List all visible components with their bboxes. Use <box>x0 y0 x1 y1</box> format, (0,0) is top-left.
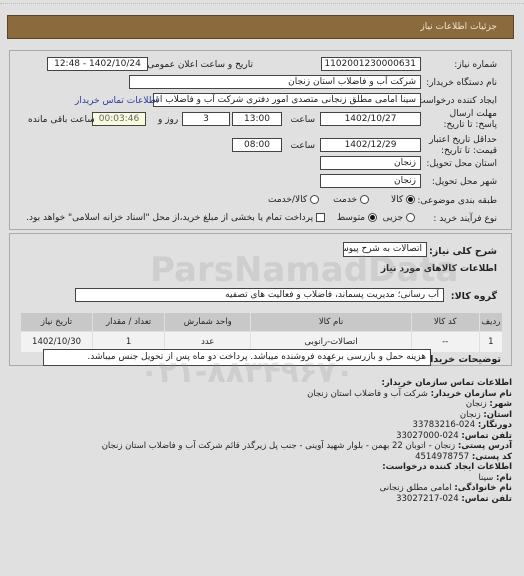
days-field: 3 <box>182 112 230 126</box>
creator-name: نام: سینا <box>478 472 512 483</box>
deadline-time-field[interactable]: 13:00 <box>232 112 282 126</box>
process-label: نوع فرآیند خرید : <box>433 214 497 224</box>
radio-selected-icon[interactable] <box>406 195 415 204</box>
need-number-field[interactable]: 1102001230000631 <box>321 57 421 71</box>
payment-checkbox-row[interactable]: پرداخت تمام یا بخشی از مبلغ خرید،از محل … <box>26 213 325 223</box>
col-need-date: تاریخ نیاز <box>19 312 94 332</box>
validity-date-field[interactable]: 1402/12/29 <box>320 138 421 152</box>
validity-label: حداقل تاریخ اعتبار قیمت: تا تاریخ: <box>429 135 497 156</box>
contact-info: اطلاعات تماس سازمان خریدار: نام سازمان خ… <box>12 378 512 504</box>
summary-field[interactable]: اتصالات به شرح پیوست <box>343 242 427 257</box>
contact-city: شهر: زنجان <box>465 399 512 409</box>
col-goods-code: کد کالا <box>410 312 480 332</box>
days-label: روز و <box>158 115 179 125</box>
page-title: جزئیات اطلاعات نیاز <box>420 22 497 32</box>
province-label: استان محل تحویل: <box>426 159 497 169</box>
contact-postal-code: کد پستی: 4514978757 <box>415 451 512 462</box>
col-quantity: تعداد / مقدار <box>92 312 166 332</box>
payment-checkbox[interactable] <box>316 213 325 222</box>
goods-group-field[interactable]: آب رسانی؛ مدیریت پسماند، فاضلاب و فعالیت… <box>75 288 444 302</box>
deadline-date-field[interactable]: 1402/10/27 <box>320 112 421 126</box>
buyer-notes-field: هزینه حمل و بازرسی برعهده فروشنده میباشد… <box>43 349 431 366</box>
province-field[interactable]: زنجان <box>320 156 421 170</box>
page-header: جزئیات اطلاعات نیاز <box>7 15 514 39</box>
creator-info-title: اطلاعات ایجاد کننده درخواست: <box>382 462 512 472</box>
remaining-label: ساعت باقی مانده <box>28 115 95 125</box>
radio-icon[interactable] <box>360 195 369 204</box>
cell-row-number: 1 <box>478 331 504 353</box>
goods-group-label: گروه کالا: <box>450 291 497 302</box>
deadline-time-label: ساعت <box>290 115 316 125</box>
contact-province: استان: زنجان <box>459 409 512 420</box>
creator-phone: تلفن تماس: 024-33027217 <box>396 493 512 504</box>
goods-table: ردیف کد کالا نام کالا واحد شمارش تعداد /… <box>19 312 504 353</box>
city-label: شهر محل تحویل: <box>431 177 497 187</box>
creator-label: ایجاد کننده درخواست: <box>414 96 497 106</box>
need-info-panel: شماره نیاز: 1102001230000631 تاریخ و ساع… <box>9 50 512 230</box>
buyer-org-label: نام دستگاه خریدار: <box>426 78 497 88</box>
category-option-goods-service[interactable]: کالا/خدمت <box>268 195 319 205</box>
announce-label: تاریخ و ساعت اعلان عمومی: <box>144 60 253 70</box>
deadline-label: مهلت ارسال پاسخ: تا تاریخ: <box>443 109 497 130</box>
radio-icon[interactable] <box>406 213 415 222</box>
category-label: طبقه بندی موضوعی: <box>417 196 497 206</box>
goods-info-title: اطلاعات کالاهای مورد نیاز <box>380 264 497 274</box>
top-divider <box>0 0 524 4</box>
contact-title: اطلاعات تماس سازمان خریدار: <box>381 378 512 388</box>
category-option-goods[interactable]: کالا <box>391 195 415 205</box>
col-goods-name: نام کالا <box>250 312 412 332</box>
announce-field[interactable]: 1402/10/24 - 12:48 <box>47 57 148 71</box>
col-row-number: ردیف <box>478 312 504 332</box>
category-option-service[interactable]: خدمت <box>333 195 369 205</box>
radio-selected-icon[interactable] <box>368 213 377 222</box>
table-header-row: ردیف کد کالا نام کالا واحد شمارش تعداد /… <box>19 312 504 332</box>
buyer-notes-label: توضیحات خریدار: <box>420 354 501 365</box>
need-details-panel: شرح کلی نیاز: اتصالات به شرح پیوست اطلاع… <box>9 233 512 366</box>
contact-org: نام سازمان خریدار: شرکت آب و فاضلاب استا… <box>307 388 512 399</box>
process-option-minor[interactable]: جزیی <box>383 213 415 223</box>
creator-field[interactable]: سینا امامی مطلق زنجانی متصدی امور دفتری … <box>153 93 421 107</box>
radio-icon[interactable] <box>310 195 319 204</box>
creator-family: نام خانوادگی: امامی مطلق زنجانی <box>379 483 512 493</box>
remaining-time-field: 00:03:46 <box>92 112 146 126</box>
contact-phone: تلفن تماس: 024-33027000 <box>396 430 512 441</box>
contact-address: آدرس پستی: زنجان - اتوبان 22 بهمن - بلوا… <box>101 441 512 451</box>
buyer-org-field[interactable]: شرکت آب و فاضلاب استان زنجان <box>129 75 421 89</box>
summary-label: شرح کلی نیاز: <box>428 246 497 257</box>
col-unit: واحد شمارش <box>164 312 252 332</box>
validity-time-label: ساعت <box>290 141 316 151</box>
buyer-contact-link[interactable]: اطلاعات تماس خریدار <box>75 96 158 106</box>
need-number-label: شماره نیاز: <box>454 60 497 70</box>
process-option-medium[interactable]: متوسط <box>337 213 377 223</box>
validity-time-field[interactable]: 08:00 <box>232 138 282 152</box>
city-field[interactable]: زنجان <box>320 174 421 188</box>
contact-fax: دورنگار: 024-33783216 <box>412 420 512 430</box>
